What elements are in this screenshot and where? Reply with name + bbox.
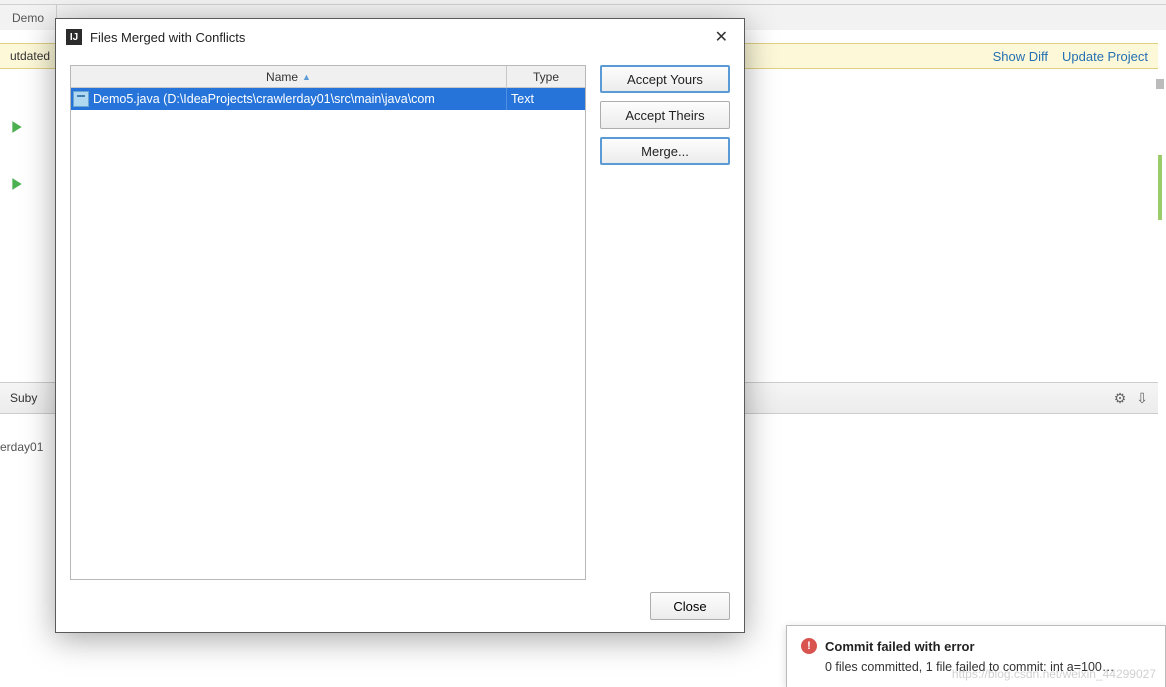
merge-button[interactable]: Merge...: [600, 137, 730, 165]
close-icon[interactable]: ✕: [709, 25, 734, 49]
file-path-label: Demo5.java (D:\IdeaProjects\crawlerday01…: [93, 92, 435, 106]
path-fragment: erday01: [0, 440, 43, 454]
tool-window-label: Suby: [10, 391, 37, 405]
toast-header: ! Commit failed with error: [801, 638, 1151, 654]
table-empty-area: [71, 110, 585, 579]
cell-name: Demo5.java (D:\IdeaProjects\crawlerday01…: [71, 88, 507, 110]
column-name-label: Name: [266, 70, 298, 84]
download-icon[interactable]: ⇩: [1136, 390, 1148, 407]
column-type[interactable]: Type: [507, 66, 585, 87]
tool-window-actions: ⚙ ⇩: [1114, 390, 1148, 407]
toast-title: Commit failed with error: [825, 639, 975, 654]
update-project-link[interactable]: Update Project: [1062, 49, 1148, 64]
dialog-footer: Close: [56, 580, 744, 632]
run-gutter: [10, 120, 24, 194]
watermark: https://blog.csdn.net/weixin_44299027: [952, 667, 1156, 681]
table-header: Name ▲ Type: [71, 66, 585, 88]
cell-type: Text: [507, 88, 585, 110]
conflicts-table: Name ▲ Type Demo5.java (D:\IdeaProjects\…: [70, 65, 586, 580]
run-icon[interactable]: [10, 177, 24, 194]
error-icon: !: [801, 638, 817, 654]
dialog-titlebar: IJ Files Merged with Conflicts ✕: [56, 19, 744, 55]
show-diff-link[interactable]: Show Diff: [993, 49, 1048, 64]
intellij-icon: IJ: [66, 29, 82, 45]
column-name[interactable]: Name ▲: [71, 66, 507, 87]
dialog-title-left: IJ Files Merged with Conflicts: [66, 29, 245, 45]
accept-yours-button[interactable]: Accept Yours: [600, 65, 730, 93]
scroll-marker: [1156, 79, 1164, 89]
close-button[interactable]: Close: [650, 592, 730, 620]
editor-tab-demo[interactable]: Demo: [0, 5, 57, 30]
gear-icon[interactable]: ⚙: [1114, 390, 1127, 407]
sort-asc-icon: ▲: [302, 72, 311, 82]
outdated-label: utdated: [10, 49, 50, 63]
column-type-label: Type: [533, 70, 559, 84]
dialog-side-buttons: Accept Yours Accept Theirs Merge...: [600, 65, 730, 580]
java-file-icon: [73, 91, 89, 107]
table-row[interactable]: Demo5.java (D:\IdeaProjects\crawlerday01…: [71, 88, 585, 110]
dialog-body: Name ▲ Type Demo5.java (D:\IdeaProjects\…: [56, 55, 744, 580]
vcs-marker: [1158, 155, 1162, 220]
merge-conflicts-dialog: IJ Files Merged with Conflicts ✕ Name ▲ …: [55, 18, 745, 633]
run-icon[interactable]: [10, 120, 24, 137]
accept-theirs-button[interactable]: Accept Theirs: [600, 101, 730, 129]
dialog-title: Files Merged with Conflicts: [90, 30, 245, 45]
notification-actions: Show Diff Update Project: [993, 49, 1148, 64]
